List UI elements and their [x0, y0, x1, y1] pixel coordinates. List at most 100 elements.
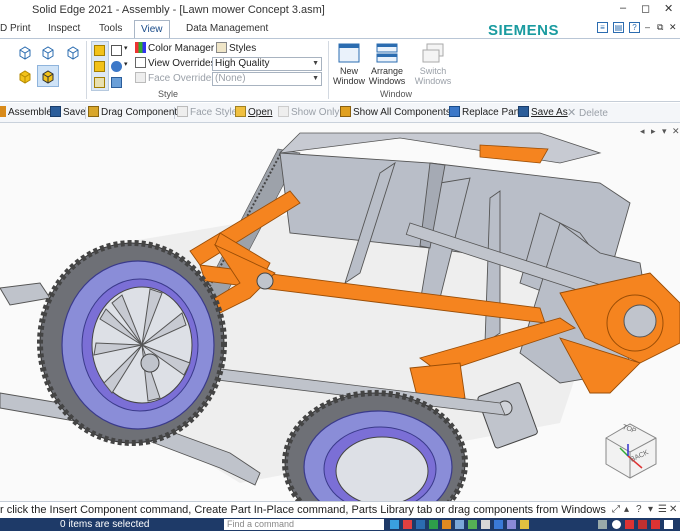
- prompt-up-icon[interactable]: ▴: [624, 504, 629, 515]
- add-icon[interactable]: [612, 520, 621, 529]
- arrange-windows-button[interactable]: Arrange Windows: [368, 42, 406, 86]
- replace-part-button[interactable]: Replace Part: [449, 106, 520, 118]
- maximize-button[interactable]: ◻: [641, 2, 650, 15]
- prompt-text: r click the Insert Component command, Cr…: [0, 504, 606, 516]
- record-icon[interactable]: [625, 520, 634, 529]
- layout-icon[interactable]: ▤: [613, 22, 624, 33]
- view-style-status-icon[interactable]: [520, 520, 529, 529]
- show-only-icon: [278, 106, 289, 117]
- display-quality-select[interactable]: High Quality ▼: [212, 57, 322, 71]
- tab-3d-print[interactable]: D Print: [0, 20, 37, 38]
- share-icon[interactable]: [651, 520, 660, 529]
- zoom-area-icon[interactable]: [455, 520, 464, 529]
- tab-data-management[interactable]: Data Management: [180, 20, 274, 38]
- prompt-menu-icon[interactable]: ☰: [658, 504, 667, 515]
- community-icon[interactable]: [664, 520, 673, 529]
- lighting-icon[interactable]: [94, 61, 105, 72]
- find-command-input[interactable]: Find a command: [224, 519, 384, 530]
- video-icon[interactable]: [638, 520, 647, 529]
- open-folder-icon: [235, 106, 246, 117]
- switch-windows-button[interactable]: Switch Windows: [410, 42, 456, 86]
- view-overrides-icon: [135, 57, 146, 68]
- face-overrides-button[interactable]: Face Overrides: [135, 72, 216, 84]
- close-button[interactable]: ✕: [664, 2, 673, 15]
- tab-tools[interactable]: Tools: [93, 20, 128, 38]
- window-title: Solid Edge 2021 - Assembly - [Lawn mower…: [32, 4, 325, 16]
- help-icon[interactable]: ?: [629, 22, 640, 33]
- alert-icon[interactable]: [403, 520, 412, 529]
- globe-icon[interactable]: [111, 61, 122, 72]
- replace-part-icon: [449, 106, 460, 117]
- view-style-select[interactable]: (None) ▼: [212, 72, 322, 86]
- save-as-button[interactable]: Save As: [518, 106, 568, 118]
- view-style-dropdown-arrow[interactable]: ▾: [124, 44, 128, 52]
- prompt-close-icon[interactable]: ✕: [669, 504, 677, 515]
- fit-icon[interactable]: [442, 520, 451, 529]
- view-style-icon[interactable]: [111, 45, 122, 56]
- background-icon[interactable]: [94, 77, 105, 88]
- ribbon: ▾ ▾ Color Manager View Overrides Face Ov…: [0, 38, 680, 102]
- status-bar: 0 items are selected Find a command: [0, 518, 680, 531]
- display-icon[interactable]: [111, 77, 122, 88]
- view-orient-icon[interactable]: [507, 520, 516, 529]
- options-icon[interactable]: ≡: [597, 22, 608, 33]
- shaded-with-edges-view-icon[interactable]: [40, 69, 56, 85]
- hidden-edges-view-icon[interactable]: [65, 45, 81, 61]
- minimize-button[interactable]: –: [620, 2, 626, 14]
- shading-icon[interactable]: [94, 45, 105, 56]
- style-group-label: Style: [158, 89, 179, 99]
- handle-left: [0, 282, 51, 306]
- wireframe-view-icon[interactable]: [17, 45, 33, 61]
- prompt-help-icon[interactable]: ?: [636, 504, 642, 515]
- prompt-expand-icon[interactable]: ⤢: [612, 504, 620, 515]
- tab-inspect[interactable]: Inspect: [42, 20, 86, 38]
- prompt-down-icon[interactable]: ▾: [648, 504, 653, 515]
- arrange-windows-icon: [376, 43, 398, 63]
- command-bar: Assemble Save Drag Component Face Style …: [0, 103, 680, 123]
- drag-component-icon: [88, 106, 99, 117]
- save-button[interactable]: Save: [50, 106, 86, 118]
- assemble-icon: [0, 106, 6, 117]
- show-only-button[interactable]: Show Only: [278, 106, 339, 118]
- graphics-viewport[interactable]: ◂ ▸ ▾ ✕ TOP BACK: [0, 123, 680, 501]
- ribbon-close-icon[interactable]: ✕: [669, 22, 677, 33]
- save-icon: [50, 106, 61, 117]
- face-style-button[interactable]: Face Style: [177, 106, 237, 118]
- switch-windows-icon: [422, 43, 444, 63]
- pan-icon[interactable]: [481, 520, 490, 529]
- delete-icon: ✕: [567, 107, 577, 119]
- delete-button[interactable]: ✕ Delete: [567, 106, 608, 119]
- new-window-button[interactable]: New Window: [332, 42, 366, 86]
- zoom-icon[interactable]: [468, 520, 477, 529]
- ribbon-restore-icon[interactable]: ⧉: [657, 22, 663, 33]
- assemble-button[interactable]: Assemble: [0, 106, 52, 118]
- open-button[interactable]: Open: [235, 106, 272, 118]
- ribbon-minimize-icon[interactable]: –: [645, 22, 650, 32]
- view-overrides-button[interactable]: View Overrides: [135, 57, 216, 69]
- ribbon-tabs: D Print Inspect Tools View Data Manageme…: [0, 20, 680, 38]
- tab-view[interactable]: View: [134, 20, 170, 38]
- styles-icon: [216, 42, 227, 53]
- prompt-bar: r click the Insert Component command, Cr…: [0, 501, 680, 518]
- globe-dropdown-arrow[interactable]: ▾: [124, 60, 128, 68]
- sync-icon[interactable]: [429, 520, 438, 529]
- shaded-view-icon[interactable]: [17, 69, 33, 85]
- color-manager-icon: [135, 42, 146, 53]
- message-icon[interactable]: [416, 520, 425, 529]
- face-style-icon: [177, 106, 188, 117]
- show-all-components-button[interactable]: Show All Components: [340, 106, 451, 118]
- selection-count: 0 items are selected: [60, 519, 150, 530]
- lawn-mower-model: [0, 132, 680, 501]
- chevron-down-icon: ▼: [312, 60, 319, 67]
- drag-component-button[interactable]: Drag Component: [88, 106, 177, 118]
- sensor-icon[interactable]: [390, 520, 399, 529]
- brand-logo: SIEMENS: [488, 22, 560, 39]
- color-manager-button[interactable]: Color Manager: [135, 42, 214, 54]
- fullscreen-icon[interactable]: [598, 520, 607, 529]
- styles-button[interactable]: Styles: [216, 42, 256, 54]
- face-overrides-icon: [135, 72, 146, 83]
- show-all-icon: [340, 106, 351, 117]
- visible-edges-view-icon[interactable]: [40, 45, 56, 61]
- rotate-icon[interactable]: [494, 520, 503, 529]
- title-bar: Solid Edge 2021 - Assembly - [Lawn mower…: [0, 0, 680, 20]
